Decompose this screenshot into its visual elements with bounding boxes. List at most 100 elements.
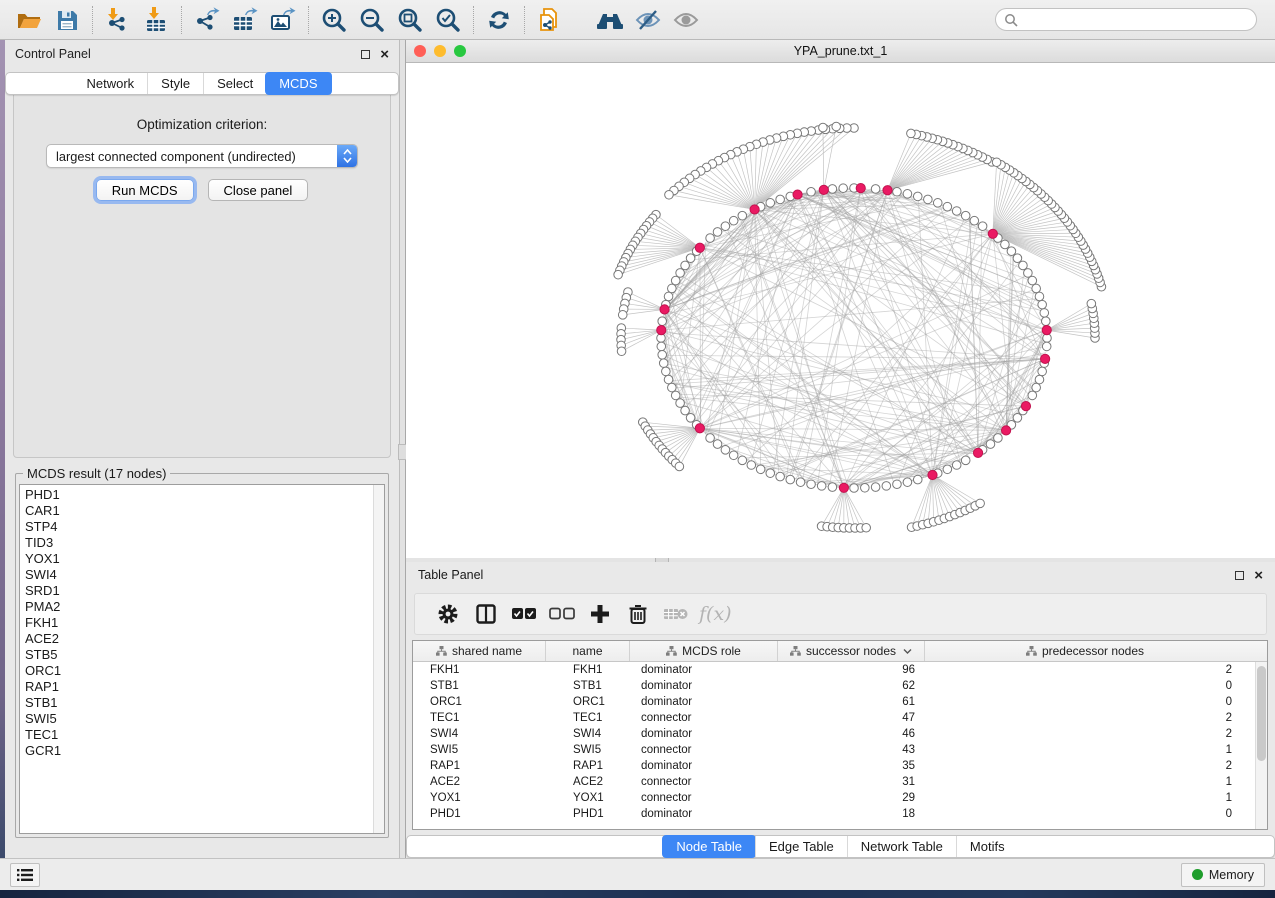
hide-details-button[interactable] bbox=[629, 3, 667, 37]
criterion-dropdown[interactable]: largest connected component (undirected) bbox=[46, 144, 358, 168]
table-cell[interactable]: 1 bbox=[925, 792, 1245, 804]
mcds-result-item[interactable]: SWI5 bbox=[25, 711, 384, 727]
table-cell[interactable]: SWI5 bbox=[546, 744, 630, 756]
table-cell[interactable]: SWI4 bbox=[413, 728, 546, 740]
column-header-name[interactable]: name bbox=[546, 641, 630, 661]
table-cell[interactable]: 2 bbox=[925, 728, 1245, 740]
float-panel-icon[interactable] bbox=[361, 50, 370, 59]
table-options-button[interactable] bbox=[429, 597, 467, 631]
task-history-button[interactable] bbox=[10, 863, 40, 887]
table-cell[interactable]: 0 bbox=[925, 680, 1245, 692]
table-cell[interactable]: 35 bbox=[778, 760, 925, 772]
zoom-selected-button[interactable] bbox=[429, 3, 467, 37]
table-cell[interactable]: dominator bbox=[630, 696, 778, 708]
table-scrollbar-thumb[interactable] bbox=[1257, 666, 1266, 761]
table-cell[interactable]: SWI5 bbox=[413, 744, 546, 756]
table-row[interactable]: RAP1RAP1dominator352 bbox=[413, 758, 1267, 774]
table-cell[interactable]: RAP1 bbox=[546, 760, 630, 772]
table-cell[interactable]: SWI4 bbox=[546, 728, 630, 740]
search-input[interactable] bbox=[1023, 13, 1248, 27]
table-row[interactable]: YOX1YOX1connector291 bbox=[413, 790, 1267, 806]
tab-mcds[interactable]: MCDS bbox=[265, 72, 331, 95]
tab-motifs[interactable]: Motifs bbox=[956, 836, 1018, 857]
table-cell[interactable]: 2 bbox=[925, 760, 1245, 772]
mcds-result-item[interactable]: ORC1 bbox=[25, 663, 384, 679]
zoom-fit-button[interactable] bbox=[391, 3, 429, 37]
table-cell[interactable]: connector bbox=[630, 744, 778, 756]
column-header-mcds-role[interactable]: MCDS role bbox=[630, 641, 778, 661]
table-cell[interactable]: 0 bbox=[925, 696, 1245, 708]
table-cell[interactable]: 18 bbox=[778, 808, 925, 820]
table-cell[interactable]: 62 bbox=[778, 680, 925, 692]
table-cell[interactable]: dominator bbox=[630, 808, 778, 820]
close-panel-icon[interactable]: × bbox=[380, 50, 389, 59]
table-scrollbar[interactable] bbox=[1255, 662, 1267, 829]
table-cell[interactable]: STB1 bbox=[413, 680, 546, 692]
table-cell[interactable]: 43 bbox=[778, 744, 925, 756]
run-mcds-button[interactable]: Run MCDS bbox=[96, 179, 194, 201]
table-row[interactable]: TEC1TEC1connector472 bbox=[413, 710, 1267, 726]
apply-layout-button[interactable] bbox=[480, 3, 518, 37]
table-row[interactable]: PHD1PHD1dominator180 bbox=[413, 806, 1267, 822]
export-table-button[interactable] bbox=[226, 3, 264, 37]
table-cell[interactable]: YOX1 bbox=[413, 792, 546, 804]
column-header-predecessor-nodes[interactable]: predecessor nodes bbox=[925, 641, 1245, 661]
mcds-result-item[interactable]: FKH1 bbox=[25, 615, 384, 631]
zoom-out-button[interactable] bbox=[353, 3, 391, 37]
table-cell[interactable]: STB1 bbox=[546, 680, 630, 692]
tab-select[interactable]: Select bbox=[203, 73, 266, 94]
mcds-result-item[interactable]: ACE2 bbox=[25, 631, 384, 647]
import-network-button[interactable] bbox=[99, 3, 137, 37]
network-search-box[interactable] bbox=[995, 8, 1257, 31]
show-column-button[interactable] bbox=[467, 597, 505, 631]
table-cell[interactable]: 61 bbox=[778, 696, 925, 708]
table-cell[interactable]: dominator bbox=[630, 680, 778, 692]
table-cell[interactable]: ORC1 bbox=[413, 696, 546, 708]
table-cell[interactable]: PHD1 bbox=[546, 808, 630, 820]
table-cell[interactable]: 1 bbox=[925, 744, 1245, 756]
table-row[interactable]: ORC1ORC1dominator610 bbox=[413, 694, 1267, 710]
search-network-button[interactable] bbox=[591, 3, 629, 37]
column-header-successor-nodes[interactable]: successor nodes bbox=[778, 641, 925, 661]
tab-edge-table[interactable]: Edge Table bbox=[755, 836, 847, 857]
table-row[interactable]: ACE2ACE2connector311 bbox=[413, 774, 1267, 790]
mcds-result-item[interactable]: YOX1 bbox=[25, 551, 384, 567]
table-cell[interactable]: 31 bbox=[778, 776, 925, 788]
save-session-button[interactable] bbox=[48, 3, 86, 37]
select-all-button[interactable] bbox=[505, 597, 543, 631]
table-cell[interactable]: FKH1 bbox=[546, 664, 630, 676]
table-cell[interactable]: ORC1 bbox=[546, 696, 630, 708]
mcds-result-item[interactable]: STB5 bbox=[25, 647, 384, 663]
table-cell[interactable]: dominator bbox=[630, 664, 778, 676]
table-row[interactable]: SWI5SWI5connector431 bbox=[413, 742, 1267, 758]
table-cell[interactable]: 2 bbox=[925, 664, 1245, 676]
table-cell[interactable]: 0 bbox=[925, 808, 1245, 820]
mcds-result-item[interactable]: STP4 bbox=[25, 519, 384, 535]
mcds-result-item[interactable]: STB1 bbox=[25, 695, 384, 711]
mcds-result-item[interactable]: TID3 bbox=[25, 535, 384, 551]
delete-table-button[interactable] bbox=[657, 597, 695, 631]
import-table-button[interactable] bbox=[137, 3, 175, 37]
network-from-selection-button[interactable] bbox=[531, 3, 569, 37]
table-cell[interactable]: RAP1 bbox=[413, 760, 546, 772]
mcds-result-item[interactable]: CAR1 bbox=[25, 503, 384, 519]
table-cell[interactable]: ACE2 bbox=[413, 776, 546, 788]
mcds-result-item[interactable]: TEC1 bbox=[25, 727, 384, 743]
table-cell[interactable]: 96 bbox=[778, 664, 925, 676]
table-row[interactable]: FKH1FKH1dominator962 bbox=[413, 662, 1267, 678]
table-cell[interactable]: FKH1 bbox=[413, 664, 546, 676]
show-details-button[interactable] bbox=[667, 3, 705, 37]
float-table-panel-icon[interactable] bbox=[1235, 571, 1244, 580]
mcds-result-item[interactable]: RAP1 bbox=[25, 679, 384, 695]
table-cell[interactable]: 47 bbox=[778, 712, 925, 724]
table-cell[interactable]: TEC1 bbox=[546, 712, 630, 724]
mcds-result-item[interactable]: GCR1 bbox=[25, 743, 384, 759]
table-cell[interactable]: PHD1 bbox=[413, 808, 546, 820]
memory-button[interactable]: Memory bbox=[1181, 863, 1265, 887]
close-panel-button[interactable]: Close panel bbox=[208, 179, 309, 201]
export-image-button[interactable] bbox=[264, 3, 302, 37]
tab-network-table[interactable]: Network Table bbox=[847, 836, 956, 857]
export-network-button[interactable] bbox=[188, 3, 226, 37]
table-cell[interactable]: 29 bbox=[778, 792, 925, 804]
tab-style[interactable]: Style bbox=[147, 73, 203, 94]
